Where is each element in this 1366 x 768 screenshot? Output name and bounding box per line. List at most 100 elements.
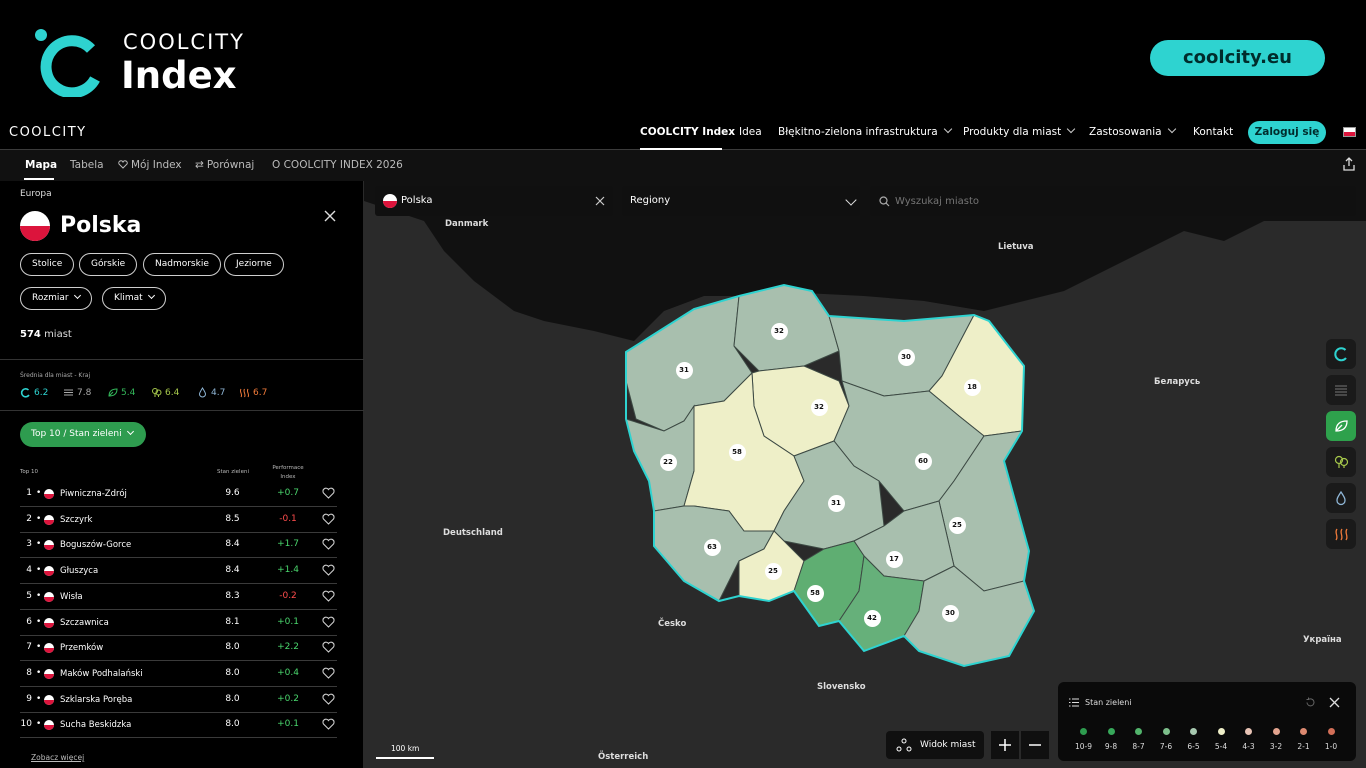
heart-icon[interactable] — [322, 693, 335, 705]
region-count-bubble[interactable]: 18 — [963, 378, 981, 396]
login-button[interactable]: Zaloguj się — [1248, 121, 1326, 144]
layer-heat-button[interactable] — [1326, 519, 1356, 549]
heart-icon[interactable] — [322, 667, 335, 679]
legend-item[interactable]: 2-1 — [1290, 728, 1317, 751]
filter-chip-lakes[interactable]: Jeziorne — [224, 253, 284, 276]
close-icon[interactable] — [1329, 697, 1340, 708]
table-row[interactable]: 2 • Szczyrk 8.5 -0.1 — [20, 507, 337, 533]
row-city[interactable]: Wisła — [60, 592, 83, 602]
region-select[interactable]: Regiony — [622, 186, 860, 216]
heart-icon[interactable] — [322, 718, 335, 731]
polish-flag-icon[interactable] — [1343, 127, 1356, 137]
reset-icon[interactable] — [1305, 697, 1316, 708]
filter-chip-seaside[interactable]: Nadmorskie — [143, 253, 221, 276]
region-count-bubble[interactable]: 32 — [770, 322, 788, 340]
zoom-out-button[interactable] — [1021, 731, 1049, 759]
region-count-bubble[interactable]: 25 — [948, 516, 966, 534]
close-icon[interactable] — [323, 209, 337, 223]
table-row[interactable]: 1 • Piwniczna-Zdrój 9.6 +0.7 — [20, 481, 337, 507]
clear-icon[interactable] — [595, 196, 605, 206]
heart-icon[interactable] — [322, 564, 335, 576]
row-city[interactable]: Maków Podhalański — [60, 669, 143, 679]
share-icon[interactable] — [1342, 157, 1356, 171]
legend-item[interactable]: 7-6 — [1153, 728, 1180, 751]
nav-coolcity-index[interactable]: COOLCITY Index — [640, 126, 735, 138]
region-count-bubble[interactable]: 42 — [863, 609, 881, 627]
row-city[interactable]: Piwniczna-Zdrój — [60, 489, 127, 499]
table-row[interactable]: 6 • Szczawnica 8.1 +0.1 — [20, 610, 337, 636]
row-city[interactable]: Sucha Beskidzka — [60, 720, 131, 730]
climate-dropdown[interactable]: Klimat — [102, 287, 166, 310]
legend-item[interactable]: 6-5 — [1180, 728, 1207, 751]
nav-idea[interactable]: Idea — [739, 126, 762, 138]
map-canvas[interactable] — [364, 181, 1366, 768]
row-city[interactable]: Szczyrk — [60, 515, 92, 525]
nav-contact[interactable]: Kontakt — [1193, 126, 1233, 138]
heart-icon[interactable] — [322, 538, 335, 551]
nav-products[interactable]: Produkty dla miast — [963, 124, 1076, 138]
layer-water-button[interactable] — [1326, 483, 1356, 513]
coolcity-site-button[interactable]: coolcity.eu — [1150, 40, 1325, 76]
tab-map[interactable]: Mapa — [25, 159, 57, 171]
row-city[interactable]: Szczawnica — [60, 618, 109, 628]
region-count-bubble[interactable]: 22 — [659, 453, 677, 471]
region-count-bubble[interactable]: 32 — [810, 398, 828, 416]
table-row[interactable]: 9 • Szklarska Poręba 8.0 +0.2 — [20, 687, 337, 713]
tab-table[interactable]: Tabela — [70, 159, 104, 171]
heart-icon[interactable] — [322, 590, 335, 602]
tab-about[interactable]: O COOLCITY INDEX 2026 — [272, 159, 403, 171]
tab-compare[interactable]: ⇄ Porównaj — [195, 159, 254, 171]
filter-chip-capitals[interactable]: Stolice — [20, 253, 75, 276]
tab-my-index[interactable]: Mój Index — [118, 159, 182, 171]
heart-icon[interactable] — [322, 487, 335, 499]
layer-coolcity-button[interactable] — [1326, 339, 1356, 369]
top10-category-dropdown[interactable]: Top 10 / Stan zieleni — [20, 422, 146, 447]
layer-greenery-button[interactable] — [1326, 411, 1356, 441]
table-row[interactable]: 10 • Sucha Beskidzka 8.0 +0.1 — [20, 712, 337, 739]
heart-icon[interactable] — [322, 641, 335, 653]
table-row[interactable]: 4 • Głuszyca 8.4 +1.4 — [20, 558, 337, 585]
nav-brand[interactable]: COOLCITY — [9, 125, 87, 140]
city-search[interactable] — [870, 186, 1356, 216]
nav-infrastructure[interactable]: Błękitno-zielona infrastruktura — [778, 124, 952, 138]
legend-item[interactable]: 10-9 — [1070, 728, 1097, 751]
see-more-link[interactable]: Zobacz więcej — [31, 753, 84, 762]
region-count-bubble[interactable]: 17 — [885, 550, 903, 568]
nav-applications[interactable]: Zastosowania — [1089, 124, 1176, 138]
region-count-bubble[interactable]: 63 — [703, 538, 721, 556]
row-city[interactable]: Boguszów-Gorce — [60, 540, 131, 550]
country-select[interactable]: Polska — [375, 186, 613, 216]
region-count-bubble[interactable]: 31 — [675, 361, 693, 379]
size-dropdown[interactable]: Rozmiar — [20, 287, 92, 310]
map-view[interactable]: Danmark Lietuva Беларусь Deutschland Čes… — [364, 181, 1366, 768]
zoom-in-button[interactable] — [991, 731, 1019, 759]
layer-trees-button[interactable] — [1326, 447, 1356, 477]
legend-item[interactable]: 1-0 — [1318, 728, 1345, 751]
legend-item[interactable]: 3-2 — [1263, 728, 1290, 751]
legend-item[interactable]: 4-3 — [1235, 728, 1262, 751]
heart-icon[interactable] — [322, 513, 335, 525]
breadcrumb-region[interactable]: Europa — [20, 189, 52, 199]
legend-item[interactable]: 5-4 — [1208, 728, 1235, 751]
region-count-bubble[interactable]: 30 — [897, 348, 915, 366]
region-count-bubble[interactable]: 31 — [827, 494, 845, 512]
table-row[interactable]: 3 • Boguszów-Gorce 8.4 +1.7 — [20, 532, 337, 559]
row-city[interactable]: Szklarska Poręba — [60, 695, 132, 705]
legend-item[interactable]: 8-7 — [1125, 728, 1152, 751]
table-row[interactable]: 8 • Maków Podhalański 8.0 +0.4 — [20, 661, 337, 687]
region-count-bubble[interactable]: 25 — [764, 562, 782, 580]
heart-icon[interactable] — [322, 616, 335, 628]
region-count-bubble[interactable]: 58 — [806, 584, 824, 602]
layer-surface-button[interactable] — [1326, 375, 1356, 405]
region-count-bubble[interactable]: 58 — [728, 443, 746, 461]
region-count-bubble[interactable]: 60 — [914, 452, 932, 470]
filter-chip-mountain[interactable]: Górskie — [79, 253, 138, 276]
row-city[interactable]: Głuszyca — [60, 566, 98, 576]
city-search-input[interactable] — [895, 191, 1335, 211]
region-count-bubble[interactable]: 30 — [941, 604, 959, 622]
table-row[interactable]: 7 • Przemków 8.0 +2.2 — [20, 635, 337, 662]
city-view-button[interactable]: Widok miast — [886, 731, 984, 759]
legend-item[interactable]: 9-8 — [1098, 728, 1125, 751]
row-city[interactable]: Przemków — [60, 643, 103, 653]
table-row[interactable]: 5 • Wisła 8.3 -0.2 — [20, 584, 337, 610]
